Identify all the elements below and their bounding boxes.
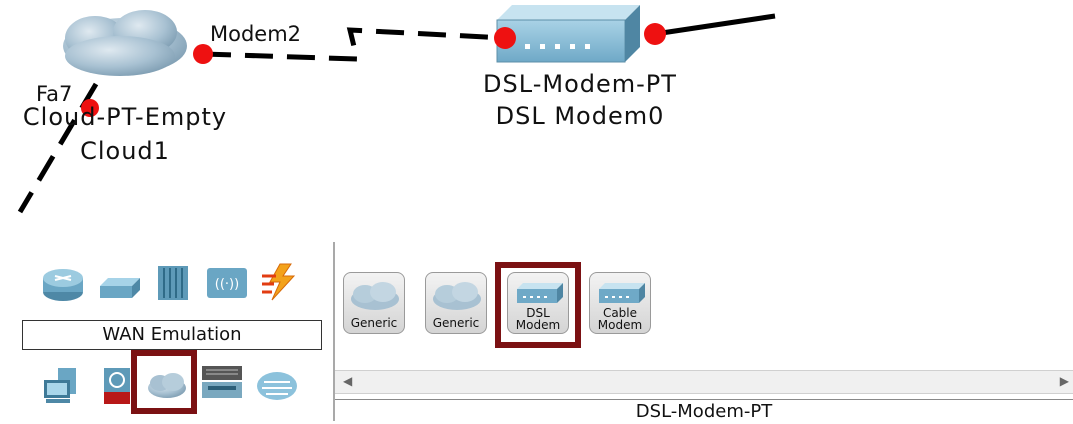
custom-devices-icon[interactable] [200,362,246,402]
cloud-label-type: Cloud-PT-Empty [22,103,228,131]
device-selection-panel: ((·)) WAN Emulation Generic Generic DSL … [0,242,1073,422]
device-tile-generic-1[interactable]: Generic [343,272,405,334]
link-endpoint-dot [494,27,516,49]
device-selection-highlight [495,262,581,348]
topology-canvas[interactable]: Modem2 Fa7 Cloud-PT-Empty Cloud1 DSL-Mod… [0,0,1073,240]
scroll-left-arrow-icon[interactable]: ◀ [343,374,352,388]
wireless-icon[interactable]: ((·)) [204,262,250,302]
modem-label-name: DSL Modem0 [495,102,665,130]
cable-modem-icon [599,283,645,303]
device-category-pane: ((·)) WAN Emulation [0,242,333,421]
tile-label: Generic [350,316,398,330]
port-label-modem2: Modem2 [210,22,302,46]
dsl-modem-device-icon[interactable] [496,5,640,63]
router-icon[interactable] [40,264,86,304]
end-devices-icon[interactable] [40,366,86,406]
category-selection-highlight [131,350,197,414]
cloud-label-name: Cloud1 [80,137,170,165]
category-label: WAN Emulation [22,320,322,350]
device-tile-cable-modem[interactable]: Cable Modem [589,272,651,334]
multiuser-icon[interactable] [254,366,300,406]
tile-label: Generic [432,316,480,330]
connections-icon[interactable] [258,262,304,302]
horizontal-scrollbar[interactable]: ◀ ▶ [335,370,1073,394]
modem-label-type: DSL-Modem-PT [483,70,677,98]
cloud-device-icon[interactable] [63,10,187,76]
switch-icon[interactable] [96,264,142,304]
scroll-right-arrow-icon[interactable]: ▶ [1060,374,1069,388]
link-endpoint-dot [644,23,666,45]
tile-label-line2: Modem [597,318,643,332]
device-tile-generic-2[interactable]: Generic [425,272,487,334]
svg-text:((·)): ((·)) [215,277,239,292]
hub-icon[interactable] [150,262,196,302]
cloud-icon [433,282,481,310]
cloud-icon [351,282,399,310]
selected-model-label: DSL-Modem-PT [335,399,1073,422]
link-endpoint-dot [193,44,213,64]
device-type-pane: Generic Generic DSL Modem Cable Modem ◀ … [335,242,1073,422]
link-modem-to-right[interactable] [654,13,776,37]
